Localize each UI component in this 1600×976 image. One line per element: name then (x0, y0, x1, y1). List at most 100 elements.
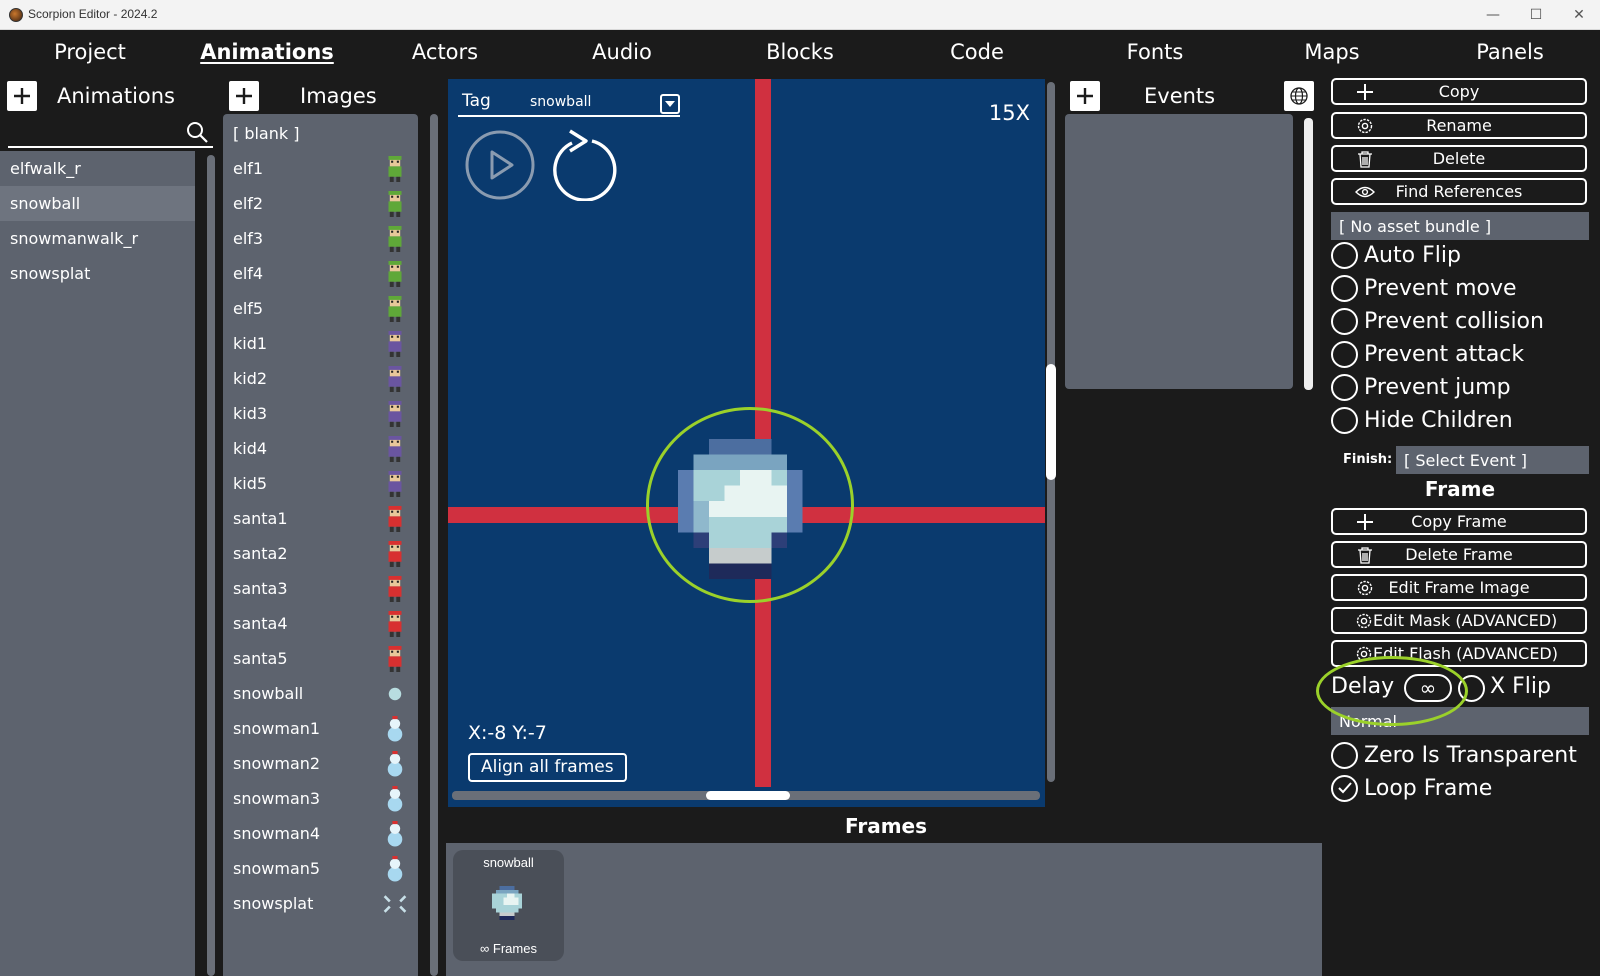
reset-button[interactable] (548, 127, 622, 201)
option-radio[interactable] (1331, 373, 1358, 401)
tag-label: Tag (462, 91, 491, 111)
events-globe-button[interactable] (1284, 81, 1314, 111)
search-icon[interactable] (185, 120, 209, 144)
tag-dropdown-button[interactable] (660, 94, 680, 114)
image-item[interactable]: santa1 (223, 501, 418, 536)
option-radio[interactable] (1331, 274, 1358, 302)
sprite-thumbnail (388, 331, 402, 357)
find-references-button[interactable]: Find References (1331, 178, 1587, 205)
option-label: Prevent collision (1364, 308, 1544, 334)
option-hide-children[interactable]: Hide Children (1331, 405, 1513, 435)
image-item-label: elf1 (233, 159, 264, 178)
chevron-down-icon (665, 101, 675, 107)
option-radio[interactable] (1331, 406, 1358, 434)
option-radio[interactable] (1331, 241, 1358, 269)
menu-maps[interactable]: Maps (1304, 30, 1359, 74)
sprite-thumbnail (388, 226, 402, 252)
option-prevent-jump[interactable]: Prevent jump (1331, 372, 1511, 402)
image-item[interactable]: kid5 (223, 466, 418, 501)
animation-item-elfwalk-r[interactable]: elfwalk_r (0, 151, 195, 186)
animation-item-snowball[interactable]: snowball (0, 186, 195, 221)
menu-actors[interactable]: Actors (412, 30, 478, 74)
image-item[interactable]: kid1 (223, 326, 418, 361)
rename-button[interactable]: Rename (1331, 112, 1587, 139)
zero-transparent-radio[interactable] (1331, 741, 1358, 769)
image-item[interactable]: elf5 (223, 291, 418, 326)
image-item[interactable]: elf2 (223, 186, 418, 221)
option-auto-flip[interactable]: Auto Flip (1331, 240, 1461, 270)
option-prevent-collision[interactable]: Prevent collision (1331, 306, 1544, 336)
image-item[interactable]: [ blank ] (223, 116, 418, 151)
gear-icon (1356, 613, 1372, 628)
sprite-thumbnail (388, 436, 402, 462)
image-item-label: santa5 (233, 649, 288, 668)
image-item[interactable]: elf3 (223, 221, 418, 256)
image-item[interactable]: santa2 (223, 536, 418, 571)
plus-icon (1077, 88, 1093, 104)
zero-transparent-option[interactable]: Zero Is Transparent (1331, 740, 1577, 770)
events-panel-title: Events (1144, 84, 1216, 108)
menu-fonts[interactable]: Fonts (1127, 30, 1184, 74)
edit-mask-button[interactable]: Edit Mask (ADVANCED) (1331, 607, 1587, 634)
animations-search-input[interactable] (8, 118, 178, 144)
image-item-label: santa2 (233, 544, 288, 563)
option-prevent-move[interactable]: Prevent move (1331, 273, 1517, 303)
option-radio[interactable] (1331, 340, 1358, 368)
animation-item-snowmanwalk-r[interactable]: snowmanwalk_r (0, 221, 195, 256)
image-item[interactable]: kid3 (223, 396, 418, 431)
image-item[interactable]: snowman4 (223, 816, 418, 851)
option-prevent-attack[interactable]: Prevent attack (1331, 339, 1524, 369)
option-radio[interactable] (1331, 307, 1358, 335)
image-item[interactable]: snowsplat (223, 886, 418, 921)
canvas-horizontal-thumb[interactable] (706, 791, 790, 800)
edit-frame-image-button[interactable]: Edit Frame Image (1331, 574, 1587, 601)
menu-animations[interactable]: Animations (200, 30, 334, 74)
image-item[interactable]: snowman5 (223, 851, 418, 886)
delete-button[interactable]: Delete (1331, 145, 1587, 172)
copy-frame-button[interactable]: Copy Frame (1331, 508, 1587, 535)
image-item[interactable]: elf1 (223, 151, 418, 186)
image-item[interactable]: santa4 (223, 606, 418, 641)
add-animation-button[interactable] (7, 81, 37, 111)
sprite-thumbnail (388, 541, 402, 567)
loop-frame-option[interactable]: Loop Frame (1331, 773, 1492, 803)
window-title-bar (0, 0, 1600, 30)
sprite-thumbnail (388, 401, 402, 427)
image-item[interactable]: santa5 (223, 641, 418, 676)
menu-project[interactable]: Project (54, 30, 126, 74)
add-image-button[interactable] (229, 81, 259, 111)
play-button[interactable] (464, 129, 536, 201)
image-item[interactable]: kid4 (223, 431, 418, 466)
animation-item-snowsplat[interactable]: snowsplat (0, 256, 195, 291)
image-item[interactable]: snowball (223, 676, 418, 711)
events-scrollbar[interactable] (1304, 118, 1313, 390)
sprite-thumbnail (388, 687, 402, 701)
align-all-frames-button[interactable]: Align all frames (468, 753, 627, 782)
frame-card[interactable]: snowball ∞ Frames (453, 850, 564, 961)
image-item[interactable]: kid2 (223, 361, 418, 396)
menu-panels[interactable]: Panels (1476, 30, 1544, 74)
animations-scrollbar[interactable] (207, 155, 215, 976)
minimize-button[interactable]: — (1470, 4, 1516, 26)
close-button[interactable]: ✕ (1556, 4, 1600, 26)
image-item[interactable]: santa3 (223, 571, 418, 606)
menu-audio[interactable]: Audio (592, 30, 652, 74)
menu-blocks[interactable]: Blocks (766, 30, 834, 74)
image-item[interactable]: elf4 (223, 256, 418, 291)
asset-bundle-dropdown[interactable]: [ No asset bundle ] (1331, 212, 1589, 240)
add-event-button[interactable] (1070, 81, 1100, 111)
delete-frame-button[interactable]: Delete Frame (1331, 541, 1587, 568)
finish-event-dropdown[interactable]: [ Select Event ] (1396, 446, 1589, 474)
image-item[interactable]: snowman3 (223, 781, 418, 816)
copy-button[interactable]: Copy (1331, 78, 1587, 105)
animation-canvas[interactable]: Tag snowball 15X X:-8 Y:-7 Align all fra… (448, 79, 1045, 787)
maximize-button[interactable]: ☐ (1513, 4, 1559, 26)
sprite-thumbnail (387, 716, 403, 742)
loop-frame-radio[interactable] (1331, 774, 1358, 802)
menu-code[interactable]: Code (950, 30, 1004, 74)
image-item[interactable]: snowman2 (223, 746, 418, 781)
image-item[interactable]: snowman1 (223, 711, 418, 746)
images-scrollbar[interactable] (430, 114, 438, 976)
canvas-vertical-thumb[interactable] (1046, 364, 1056, 480)
edit-mask-label: Edit Mask (ADVANCED) (1373, 611, 1558, 630)
